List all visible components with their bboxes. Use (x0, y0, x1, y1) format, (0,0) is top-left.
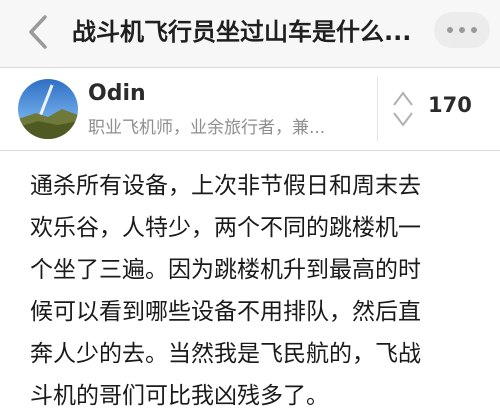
vote-divider (377, 77, 378, 141)
ellipsis-icon-dot (459, 27, 465, 33)
author-row: Odin 职业飞机师，业余旅行者，兼... 170 (0, 69, 500, 151)
author-bio: 职业飞机师，业余旅行者，兼... (88, 118, 326, 138)
answer-line: 斗机的哥们可比我凶残多了。 (30, 383, 329, 409)
top-nav-bar: 战斗机飞行员坐过山车是什么... (0, 0, 500, 68)
answer-line: 欢乐谷，人特少，两个不同的跳楼机一 (30, 215, 421, 241)
more-options-button[interactable] (434, 12, 490, 48)
author-name[interactable]: Odin (88, 81, 146, 106)
answer-body: 通杀所有设备，上次非节假日和周末去 欢乐谷，人特少，两个不同的跳楼机一 个坐了三… (30, 165, 480, 415)
chevron-left-icon (29, 15, 47, 49)
question-title[interactable]: 战斗机飞行员坐过山车是什么... (72, 14, 432, 50)
vote-button[interactable] (392, 87, 414, 131)
answer-line: 奔人少的去。当然我是飞民航的，飞战 (30, 341, 421, 367)
up-down-arrows-icon (393, 91, 413, 127)
avatar[interactable] (18, 79, 78, 139)
answer-line: 通杀所有设备，上次非节假日和周末去 (30, 173, 421, 199)
back-button[interactable] (18, 12, 58, 52)
answer-line: 候可以看到哪些设备不用排队，然后直 (30, 299, 421, 325)
answer-screen: 战斗机飞行员坐过山车是什么... Odin 职业飞机师，业余旅行者，兼... 1… (0, 0, 500, 415)
avatar-landscape-icon (18, 79, 78, 139)
answer-line: 个坐了三遍。因为跳楼机升到最高的时 (30, 257, 421, 283)
ellipsis-icon-dot (471, 27, 477, 33)
ellipsis-icon (447, 27, 453, 33)
vote-count: 170 (428, 93, 472, 117)
